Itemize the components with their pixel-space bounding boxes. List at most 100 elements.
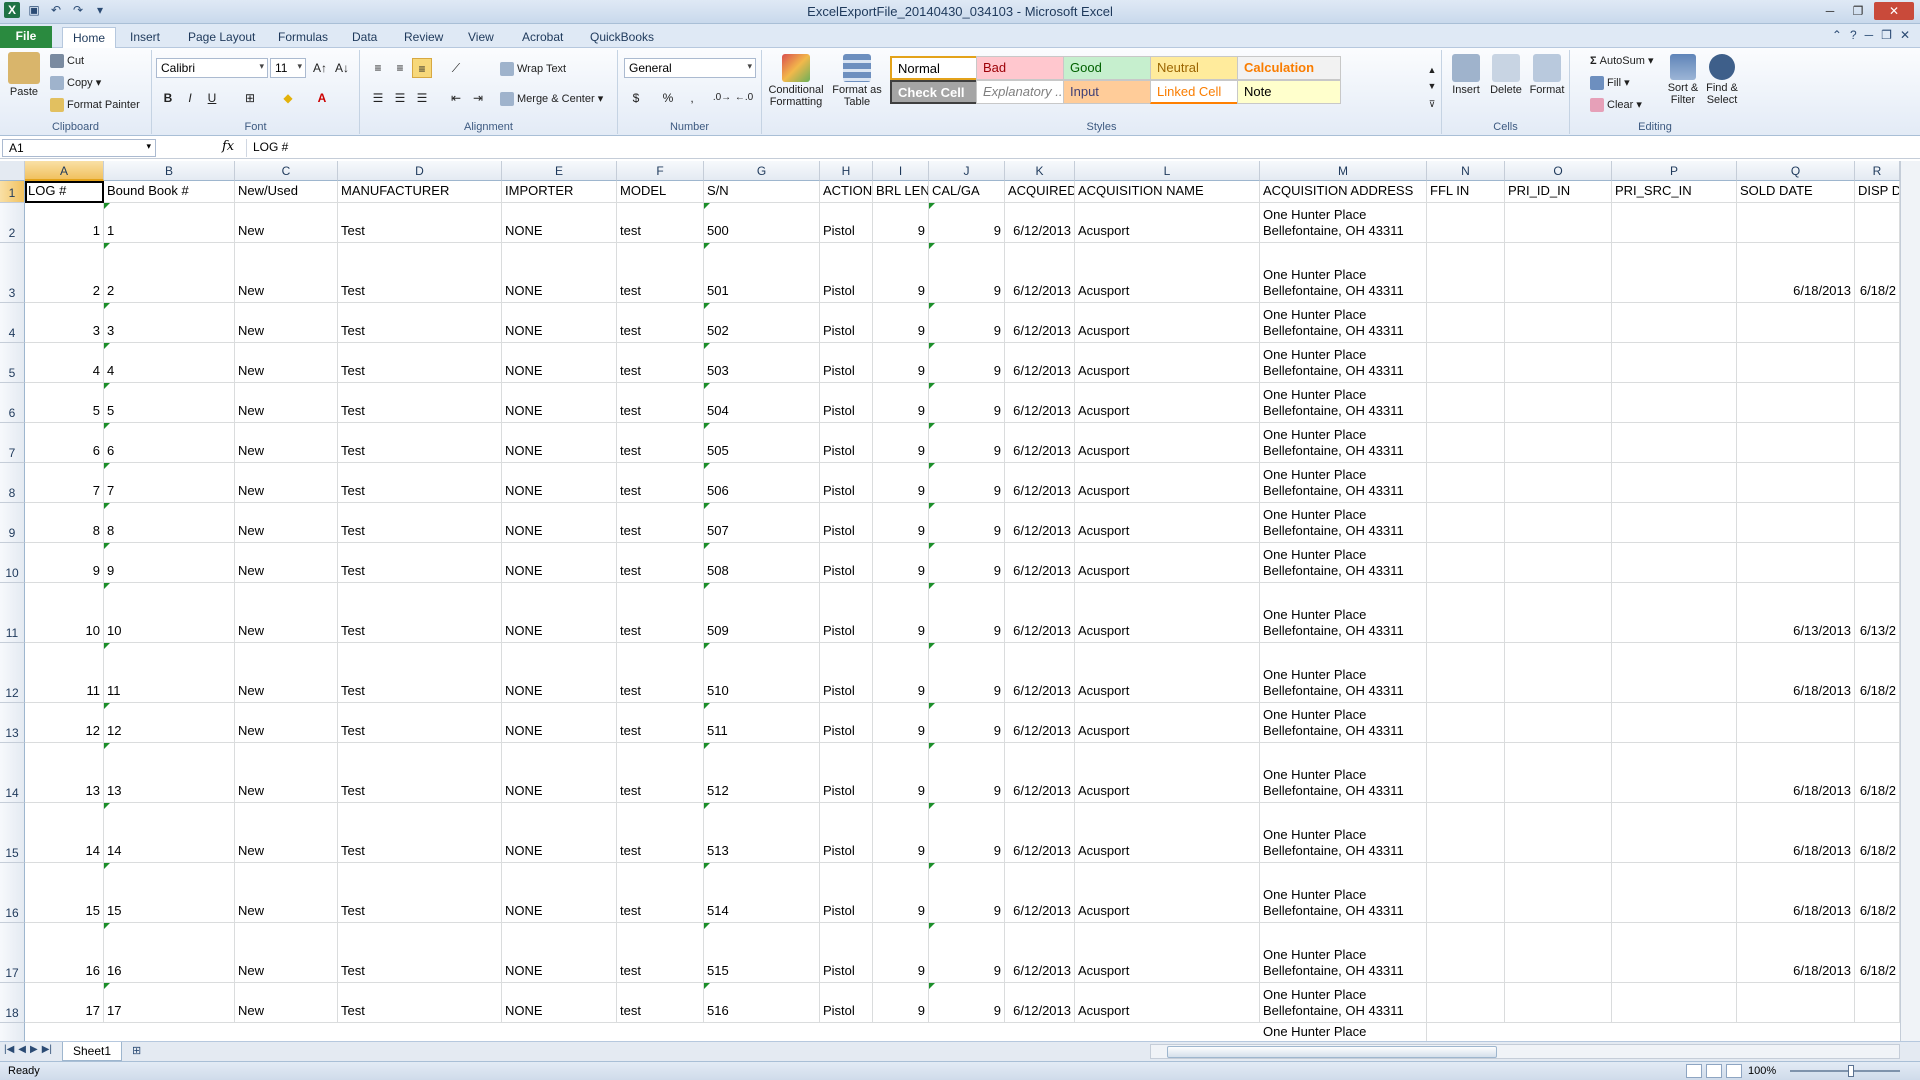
normal-view-icon[interactable] [1686,1064,1702,1078]
column-header-g[interactable]: G [704,161,820,181]
table-cell[interactable]: test [617,583,704,643]
table-cell[interactable]: Pistol [820,503,873,543]
table-cell[interactable]: 17 [25,983,104,1023]
table-cell[interactable]: 502 [704,303,820,343]
table-cell[interactable]: 516 [704,983,820,1023]
table-cell[interactable]: 9 [929,463,1005,503]
comma-button[interactable]: , [682,88,702,108]
table-cell[interactable]: test [617,743,704,803]
table-cell[interactable] [1737,303,1855,343]
header-cell[interactable]: ACQUIRED [1005,181,1075,203]
table-cell[interactable]: New [235,703,338,743]
tab-quickbooks[interactable]: QuickBooks [580,27,664,48]
header-cell[interactable]: BRL LEN [873,181,929,203]
insert-function-icon[interactable]: fx [222,139,234,154]
table-cell[interactable] [1737,343,1855,383]
autosum-button[interactable]: Σ AutoSum ▾ [1590,54,1654,67]
currency-button[interactable]: $ [626,88,646,108]
decrease-indent-icon[interactable]: ⇤ [446,88,466,108]
table-cell[interactable]: One Hunter Place Bellefontaine, OH 43311 [1260,543,1427,583]
table-cell[interactable] [1505,743,1612,803]
format-painter-button[interactable]: Format Painter [50,98,140,112]
table-cell[interactable]: Test [338,303,502,343]
row-header[interactable]: 15 [0,803,25,863]
table-cell[interactable] [1427,803,1505,863]
table-cell[interactable]: NONE [502,463,617,503]
table-cell[interactable]: One Hunter Place Bellefontaine, OH 43311 [1260,863,1427,923]
conditional-formatting-button[interactable]: Conditional Formatting [766,54,826,108]
table-cell[interactable]: 7 [104,463,235,503]
sort-filter-button[interactable]: Sort & Filter [1664,54,1702,106]
header-cell[interactable]: IMPORTER [502,181,617,203]
table-cell[interactable]: NONE [502,383,617,423]
table-cell[interactable]: NONE [502,583,617,643]
table-cell[interactable] [1612,343,1737,383]
table-cell[interactable]: 6/12/2013 [1005,643,1075,703]
table-cell[interactable]: 9 [929,983,1005,1023]
table-cell[interactable]: NONE [502,503,617,543]
table-cell[interactable]: Pistol [820,383,873,423]
table-cell[interactable]: 6/12/2013 [1005,863,1075,923]
number-format-combo[interactable]: General [624,58,756,78]
table-cell[interactable]: 9 [873,643,929,703]
column-header-l[interactable]: L [1075,161,1260,181]
table-cell[interactable] [1427,743,1505,803]
tab-home[interactable]: Home [62,27,117,48]
table-cell[interactable]: 511 [704,703,820,743]
percent-button[interactable]: % [658,88,678,108]
header-cell[interactable]: LOG # [25,181,104,203]
row-header[interactable]: 12 [0,643,25,703]
table-cell[interactable] [1612,243,1737,303]
table-cell[interactable]: test [617,343,704,383]
font-size-combo[interactable]: 11 [270,58,306,78]
table-cell[interactable]: 12 [104,703,235,743]
table-cell[interactable] [1855,203,1900,243]
table-cell[interactable]: One Hunter Place [1260,1023,1427,1041]
column-header-n[interactable]: N [1427,161,1505,181]
table-cell[interactable] [1612,463,1737,503]
table-cell[interactable]: Pistol [820,863,873,923]
table-cell[interactable]: 6/18/2013 [1737,923,1855,983]
table-cell[interactable]: Test [338,343,502,383]
table-cell[interactable]: NONE [502,703,617,743]
table-cell[interactable]: NONE [502,203,617,243]
header-cell[interactable]: New/Used [235,181,338,203]
column-header-a[interactable]: A [25,161,104,181]
table-cell[interactable]: 6/13/2 [1855,583,1900,643]
shrink-font-icon[interactable]: A↓ [332,58,352,78]
table-cell[interactable] [1737,503,1855,543]
table-cell[interactable] [1612,983,1737,1023]
header-cell[interactable]: ACQUISITION ADDRESS [1260,181,1427,203]
header-cell[interactable]: CAL/GA [929,181,1005,203]
table-cell[interactable] [1505,543,1612,583]
table-cell[interactable]: One Hunter Place Bellefontaine, OH 43311 [1260,583,1427,643]
row-header[interactable]: 8 [0,463,25,503]
borders-icon[interactable]: ⊞ [240,88,260,108]
table-cell[interactable] [1855,423,1900,463]
table-cell[interactable]: 6/13/2013 [1737,583,1855,643]
table-cell[interactable]: 515 [704,923,820,983]
table-cell[interactable]: 1 [104,203,235,243]
table-cell[interactable]: NONE [502,803,617,863]
table-cell[interactable]: 6/12/2013 [1005,583,1075,643]
table-cell[interactable]: 6 [25,423,104,463]
table-cell[interactable]: 9 [929,383,1005,423]
zoom-level[interactable]: 100% [1748,1065,1776,1077]
table-cell[interactable]: New [235,203,338,243]
table-cell[interactable]: 6/12/2013 [1005,383,1075,423]
table-cell[interactable]: test [617,463,704,503]
cut-button[interactable]: Cut [50,54,84,68]
table-cell[interactable]: 9 [929,503,1005,543]
table-cell[interactable] [1427,983,1505,1023]
table-cell[interactable]: 512 [704,743,820,803]
name-box[interactable]: A1 [2,139,156,157]
cell-style-calculation[interactable]: Calculation [1237,56,1341,80]
table-cell[interactable] [1427,463,1505,503]
table-cell[interactable]: 16 [104,923,235,983]
row-header[interactable]: 13 [0,703,25,743]
paste-button[interactable]: Paste [6,52,42,98]
table-cell[interactable]: Pistol [820,923,873,983]
table-cell[interactable] [1505,243,1612,303]
table-cell[interactable] [1505,803,1612,863]
table-cell[interactable] [1505,703,1612,743]
